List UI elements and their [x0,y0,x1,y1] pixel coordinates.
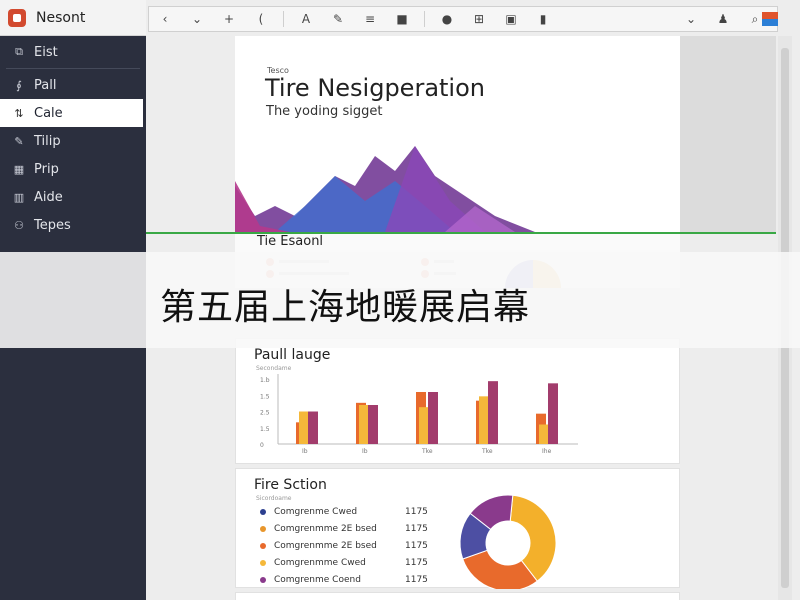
next-slide-card[interactable] [235,592,680,600]
app-brand[interactable]: Nesont [0,0,146,36]
sidebar-item-eist[interactable]: ⧉ Eist [0,38,146,66]
sidebar-item-tepes[interactable]: ⚇ Tepes [0,211,146,239]
bar-chart: 1.b 1.5 2.5 1.5 0 Ib Ib Tke Tke Ihe [260,374,578,455]
back-icon[interactable]: ‹ [155,9,175,29]
caption-text: 第五届上海地暖展启幕 [160,287,531,328]
copy-icon: ⧉ [15,45,23,58]
y-tick-label: 1.5 [260,393,270,400]
x-tick-label: Ihe [542,448,552,455]
bar [539,424,549,444]
language-flag-icon[interactable] [762,12,778,26]
hero-slide[interactable]: Tesco Tire Nesigperation The yoding sigg… [235,36,680,232]
y-tick-label: 1.b [260,377,270,384]
chevron-down-icon[interactable]: ⌄ [681,9,701,29]
sidebar-divider [6,68,140,69]
x-tick-label: Ib [302,448,308,455]
x-tick-label: Ib [362,448,368,455]
hero-mountain-art [235,146,535,232]
sidebar-item-label: Tepes [34,217,71,233]
book-icon: ▥ [13,190,25,204]
page-gutter [680,36,776,232]
sidebar-item-label: Prip [34,161,59,177]
list-icon[interactable]: ≡ [360,9,380,29]
bar [548,383,558,444]
link-icon: ∮ [16,78,22,92]
toolbar: ‹ ⌄ +(A ✎ ≡ ■ ● ⊞ ▣ ▮ ⌄ ♟ ⌕ [148,6,778,32]
sidebar-item-tilip[interactable]: ✎ Tilip [0,127,146,155]
bar [488,381,498,444]
brace-icon[interactable]: ( [251,9,271,29]
app-name: Nesont [36,9,86,26]
toolbar-right: ⌄ ♟ ⌕ [675,9,771,29]
bar [368,405,378,444]
pen-icon: ✎ [14,134,24,148]
sidebar-item-label: Eist [34,44,58,60]
pen-icon[interactable]: ✎ [328,9,348,29]
tags-icon: ⚇ [14,218,24,232]
bar [479,396,489,444]
hero-title: Tire Nesigperation [265,74,485,102]
bar [428,392,438,444]
bar-chart-card: Paull lauge Secondame 1.b 1.5 2.5 1.5 0 Ib Ib T… [235,338,680,464]
grid-icon: ▦ [13,162,25,176]
bar-icon[interactable]: ▮ [533,9,553,29]
x-tick-label: Tke [481,448,493,455]
sidebar-item-aide[interactable]: ▥ Aide [0,183,146,211]
bar [419,407,429,444]
app-window: Nesont ⧉ Eist ∮ Pall ⇅ Cale ✎ Tilip ▦ Prip ▥ Aide ⚇ T… [0,0,800,600]
donut-chart [459,494,557,589]
bar [308,411,318,444]
bar [359,405,369,444]
toolbar-separator [424,11,425,27]
sidebar-item-prip[interactable]: ▦ Prip [0,155,146,183]
sidebar-item-pall[interactable]: ∮ Pall [0,71,146,99]
sidebar-item-cale[interactable]: ⇅ Cale [0,99,143,127]
y-tick-label: 2.5 [260,410,270,417]
hero-subtitle: The yoding sigget [266,104,383,119]
x-tick-label: Tke [421,448,433,455]
plus-icon[interactable]: + [219,9,239,29]
record-icon[interactable]: ● [437,9,457,29]
table-icon[interactable]: ⊞ [469,9,489,29]
sidebar-nav: ⧉ Eist ∮ Pall ⇅ Cale ✎ Tilip ▦ Prip ▥ Aide ⚇ Tepes [0,38,146,239]
image-icon[interactable]: ■ [392,9,412,29]
caption-banner: 第五届上海地暖展启幕 [0,252,800,348]
toolbar-separator [283,11,284,27]
y-tick-label: 1.5 [260,426,270,433]
sidebar-item-label: Aide [34,189,63,205]
chevron-down-icon[interactable]: ⌄ [187,9,207,29]
sidebar-item-label: Tilip [34,133,61,149]
ruler-icon: ⇅ [14,106,24,120]
bar [299,411,309,444]
fire-section-card: Fire Sction Sicordoame Comgrenme Cwed 117… [235,468,680,589]
app-logo-icon [8,8,26,27]
sidebar-item-label: Cale [34,105,63,121]
user-icon[interactable]: ♟ [713,9,733,29]
y-tick-label: 0 [260,442,264,449]
sidebar-item-label: Pall [34,77,57,93]
frame-icon[interactable]: ▣ [501,9,521,29]
text-icon[interactable]: A [296,9,316,29]
